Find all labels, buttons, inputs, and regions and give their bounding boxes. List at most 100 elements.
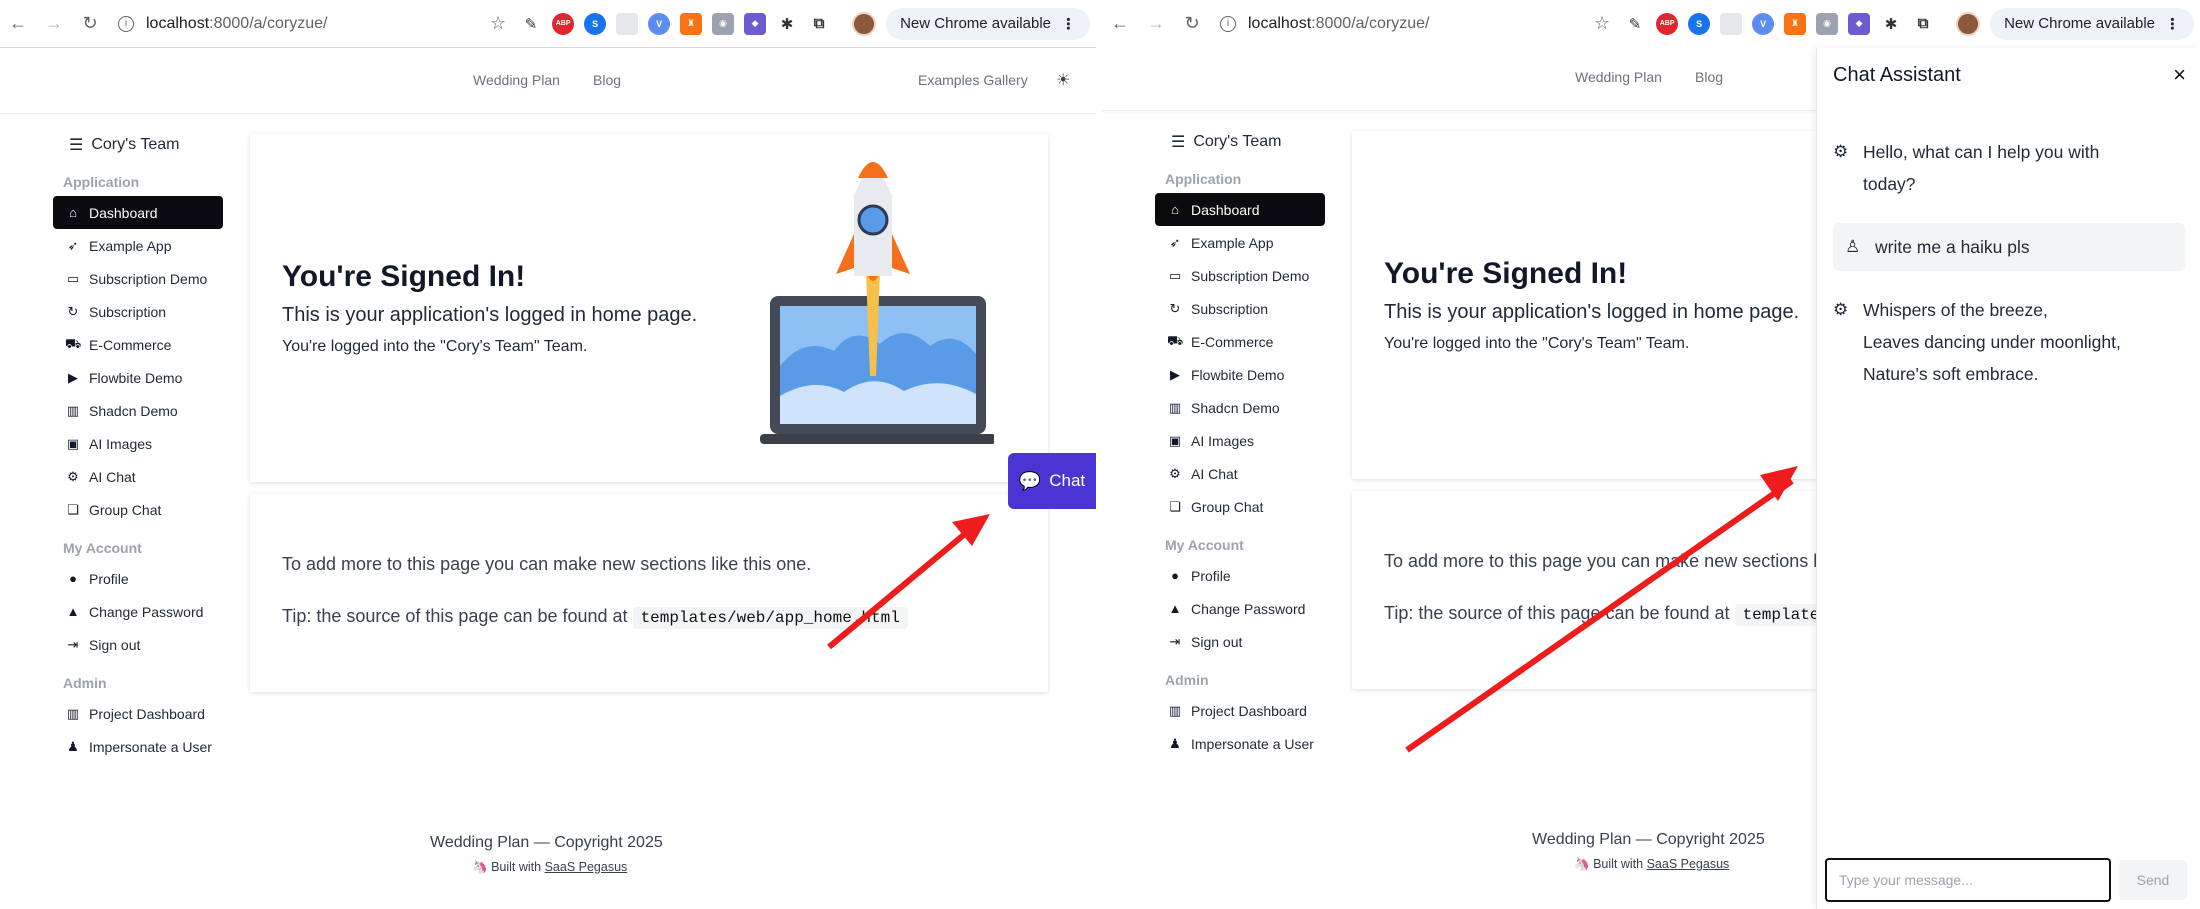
sidebar-item-label: Subscription Demo: [89, 270, 208, 287]
v-extension-icon[interactable]: V: [1752, 12, 1775, 35]
sidebar-item-group-chat[interactable]: ❏ Group Chat: [53, 493, 223, 526]
chat-message-input[interactable]: [1825, 858, 2111, 902]
bug-icon[interactable]: ✱: [1880, 13, 1902, 35]
sidebar-item-dashboard[interactable]: ⌂ Dashboard: [53, 196, 223, 229]
address-bar[interactable]: i localhost:8000/a/coryzue/: [1210, 7, 1594, 41]
chat-open-button[interactable]: 💬 Chat: [1008, 453, 1096, 509]
address-bar[interactable]: i localhost:8000/a/coryzue/: [108, 7, 490, 41]
chat-panel-title: Chat Assistant: [1833, 64, 1961, 86]
puzzle-icon[interactable]: ⧉: [808, 13, 830, 35]
sidebar-item-sign-out[interactable]: ⇥ Sign out: [1155, 625, 1325, 658]
section-admin: Admin: [63, 675, 107, 691]
sidebar-item-label: Sign out: [1191, 633, 1243, 650]
sidebar-item-group-chat[interactable]: ❏ Group Chat: [1155, 490, 1325, 523]
bug-icon[interactable]: ✱: [776, 13, 798, 35]
chat-assistant-panel: Chat Assistant × ⚙ Hello, what can I hel…: [1816, 48, 2200, 909]
blank-extension-icon[interactable]: [1720, 12, 1743, 35]
nav-blog[interactable]: Blog: [593, 72, 621, 88]
message-text: Hello, what can I help you with today?: [1863, 136, 2099, 200]
sidebar-item-dashboard[interactable]: ⌂ Dashboard: [1155, 193, 1325, 226]
sidebar-item-flowbite-demo[interactable]: ▶ Flowbite Demo: [1155, 358, 1325, 391]
home-icon: ⌂: [1171, 202, 1179, 217]
s-extension-icon[interactable]: S: [584, 12, 607, 35]
abp-icon[interactable]: ABP: [1656, 12, 1679, 35]
section-application: Application: [1165, 171, 1242, 187]
sidebar-item-example-app[interactable]: ➶ Example App: [1155, 226, 1325, 259]
sidebar-item-ai-images[interactable]: ▣ AI Images: [53, 427, 223, 460]
bookmark-star-icon[interactable]: ☆: [1594, 13, 1610, 34]
blank-extension-icon[interactable]: [616, 12, 639, 35]
camera-icon[interactable]: ◉: [1816, 12, 1839, 35]
update-chrome-button[interactable]: New Chrome available ⋮: [1990, 7, 2194, 40]
team-switcher[interactable]: ☰ Cory's Team: [1171, 127, 1335, 157]
nav-wedding-plan[interactable]: Wedding Plan: [473, 72, 560, 88]
kebab-menu-icon[interactable]: ⋮: [2165, 15, 2180, 33]
sidebar-item-ecommerce[interactable]: ⛟ E-Commerce: [53, 328, 223, 361]
sidebar-item-subscription-demo[interactable]: ▭ Subscription Demo: [1155, 259, 1325, 292]
sidebar-item-label: Shadcn Demo: [1191, 399, 1280, 416]
sidebar-item-shadcn-demo[interactable]: ▥ Shadcn Demo: [1155, 391, 1325, 424]
sidebar-item-sign-out[interactable]: ⇥ Sign out: [53, 628, 223, 661]
home-icon: ⌂: [69, 205, 77, 220]
saas-pegasus-link[interactable]: SaaS Pegasus: [1647, 857, 1730, 871]
sidebar-item-ai-images[interactable]: ▣ AI Images: [1155, 424, 1325, 457]
sidebar-item-label: Change Password: [89, 603, 204, 620]
update-chrome-button[interactable]: New Chrome available ⋮: [886, 7, 1090, 40]
purple-extension-icon[interactable]: ◆: [744, 12, 767, 35]
user-icon: ●: [69, 571, 77, 586]
purple-extension-icon[interactable]: ◆: [1848, 12, 1871, 35]
pen-icon[interactable]: ✎: [520, 13, 542, 35]
sidebar-item-change-password[interactable]: ▲ Change Password: [1155, 592, 1325, 625]
v-extension-icon[interactable]: V: [648, 12, 671, 35]
lock-icon: ▲: [66, 604, 80, 619]
screenshot-before: ← → ↻ i localhost:8000/a/coryzue/ ☆ ✎ AB…: [0, 0, 1096, 909]
message-line: Whispers of the breeze,: [1863, 300, 2048, 320]
s-extension-icon[interactable]: S: [1688, 12, 1711, 35]
profile-avatar[interactable]: [852, 11, 877, 36]
reload-icon[interactable]: ↻: [72, 6, 108, 42]
abp-icon[interactable]: ABP: [552, 12, 575, 35]
orange-extension-icon[interactable]: ♜: [680, 12, 703, 35]
orange-extension-icon[interactable]: ♜: [1784, 12, 1807, 35]
sidebar-item-impersonate[interactable]: ♟ Impersonate a User: [1155, 727, 1325, 760]
sidebar-item-profile[interactable]: ● Profile: [1155, 559, 1325, 592]
sidebar-item-example-app[interactable]: ➶ Example App: [53, 229, 223, 262]
sidebar-item-subscription[interactable]: ↻ Subscription: [1155, 292, 1325, 325]
sidebar-item-subscription-demo[interactable]: ▭ Subscription Demo: [53, 262, 223, 295]
nav-wedding-plan[interactable]: Wedding Plan: [1575, 69, 1662, 85]
sidebar-item-subscription[interactable]: ↻ Subscription: [53, 295, 223, 328]
menu-icon: ☰: [69, 137, 84, 154]
bookmark-star-icon[interactable]: ☆: [490, 13, 506, 34]
camera-icon[interactable]: ◉: [712, 12, 735, 35]
sidebar-item-profile[interactable]: ● Profile: [53, 562, 223, 595]
sidebar-item-ai-chat[interactable]: ⚙ AI Chat: [53, 460, 223, 493]
site-info-icon[interactable]: i: [1220, 15, 1236, 32]
sidebar-item-project-dashboard[interactable]: ▥ Project Dashboard: [1155, 694, 1325, 727]
pen-icon[interactable]: ✎: [1624, 13, 1646, 35]
sidebar-item-flowbite-demo[interactable]: ▶ Flowbite Demo: [53, 361, 223, 394]
team-switcher[interactable]: ☰ Cory's Team: [69, 130, 233, 160]
close-icon[interactable]: ×: [2173, 62, 2186, 88]
forward-icon[interactable]: →: [1138, 6, 1174, 42]
sidebar-item-shadcn-demo[interactable]: ▥ Shadcn Demo: [53, 394, 223, 427]
sidebar-item-project-dashboard[interactable]: ▥ Project Dashboard: [53, 697, 223, 730]
send-button[interactable]: Send: [2119, 860, 2187, 900]
saas-pegasus-link[interactable]: SaaS Pegasus: [545, 860, 628, 874]
reload-icon[interactable]: ↻: [1174, 6, 1210, 42]
sidebar-item-ecommerce[interactable]: ⛟ E-Commerce: [1155, 325, 1325, 358]
back-icon[interactable]: ←: [1102, 6, 1138, 42]
puzzle-icon[interactable]: ⧉: [1912, 13, 1934, 35]
profile-avatar[interactable]: [1956, 11, 1981, 36]
nav-examples-gallery[interactable]: Examples Gallery: [918, 72, 1028, 88]
site-info-icon[interactable]: i: [118, 15, 134, 32]
sidebar-item-ai-chat[interactable]: ⚙ AI Chat: [1155, 457, 1325, 490]
kebab-menu-icon[interactable]: ⋮: [1061, 15, 1076, 33]
theme-toggle-icon[interactable]: ☀: [1056, 70, 1070, 90]
footer-built-with: 🦄 Built with SaaS Pegasus: [472, 860, 627, 875]
nav-blog[interactable]: Blog: [1695, 69, 1723, 85]
forward-icon[interactable]: →: [36, 6, 72, 42]
sidebar-item-label: Flowbite Demo: [89, 369, 183, 386]
sidebar-item-impersonate[interactable]: ♟ Impersonate a User: [53, 730, 223, 763]
sidebar-item-change-password[interactable]: ▲ Change Password: [53, 595, 223, 628]
back-icon[interactable]: ←: [0, 6, 36, 42]
